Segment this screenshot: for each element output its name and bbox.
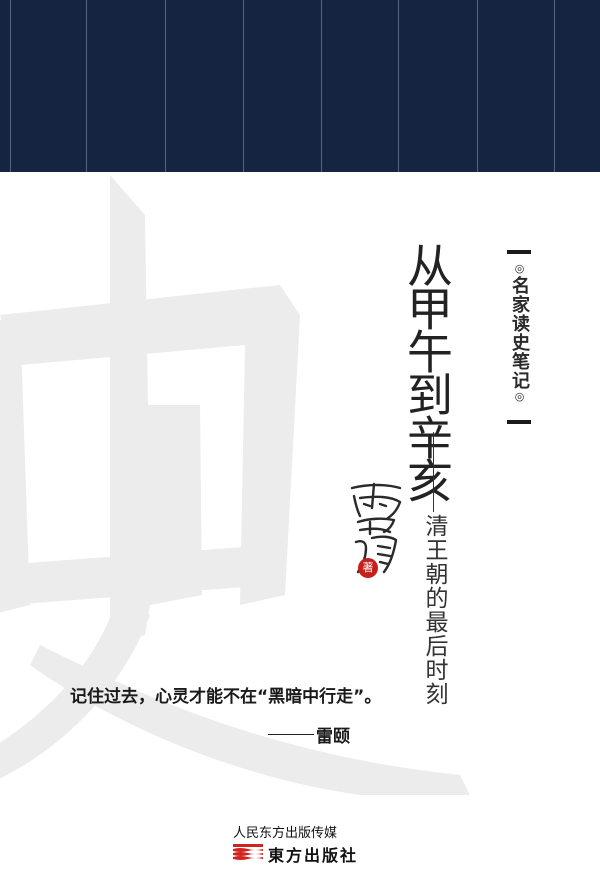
quote-dash [268,734,314,735]
series-bar-bottom [507,420,531,424]
band-line [165,0,166,172]
subtitle-dash [433,432,434,512]
band-line [10,0,11,172]
series-dot: ◎ [513,262,526,276]
top-band [0,0,600,172]
series-label: ◎名家读史笔记◎ [507,262,531,404]
series-label-text: 名家读史笔记 [509,276,530,390]
author-signature-text: 雷颐 [340,478,342,479]
band-line [554,0,555,172]
band-line [398,0,399,172]
series-dot: ◎ [513,390,526,404]
series-bar-top [507,250,531,254]
author-seal: 著 [358,558,378,578]
book-cover: ◎名家读史笔记◎ 从甲午到辛亥 清王朝的最后时刻 雷颐 著 记住过去，心灵才能不… [0,0,600,893]
book-subtitle: 清王朝的最后时刻 [421,514,447,706]
publisher-name: 東方出版社 [268,846,359,865]
quote-author: 雷颐 [316,727,350,747]
quote-text: 记住过去，心灵才能不在“黑暗中行走”。 [70,687,382,707]
publisher-group-name: 人民东方出版传媒 [233,826,338,841]
band-line [243,0,244,172]
book-title: 从甲午到辛亥 [400,242,454,500]
band-line [86,0,87,172]
band-line [321,0,322,172]
publisher-logo-icon [233,844,263,860]
band-line [477,0,478,172]
